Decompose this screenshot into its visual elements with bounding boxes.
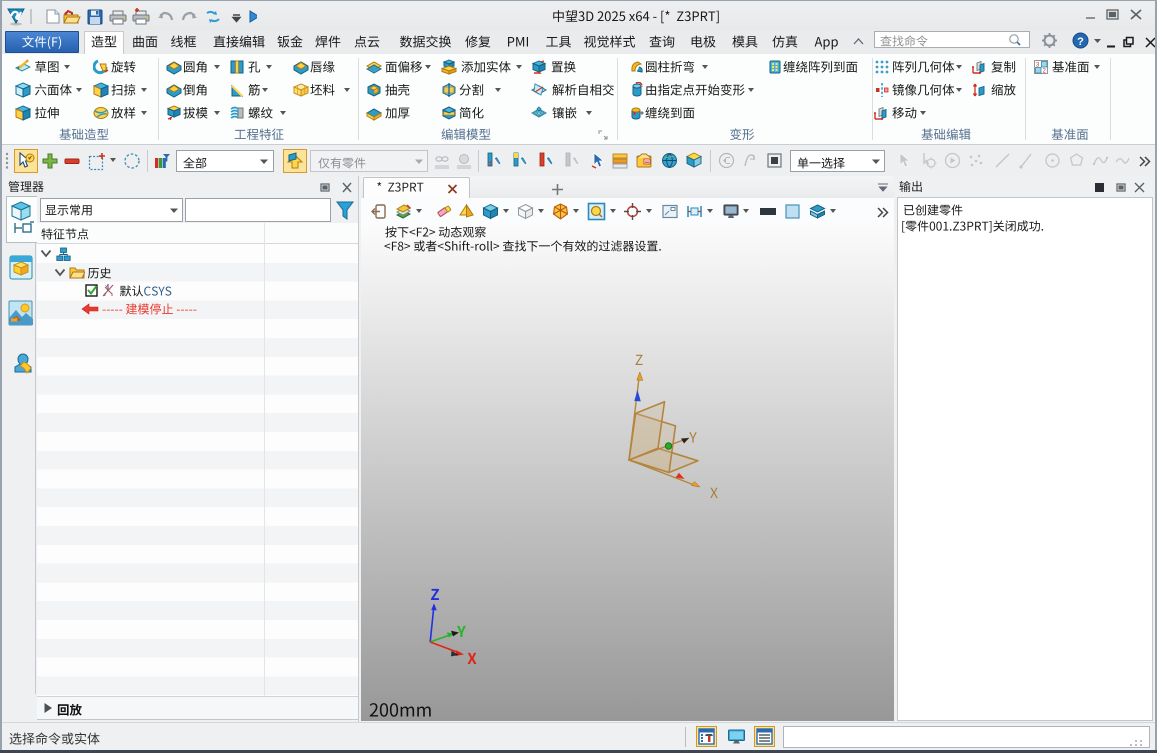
- svg-text:?: ?: [1077, 36, 1084, 48]
- svg-text:x: x: [111, 292, 114, 297]
- svg-text:Y: Y: [105, 284, 108, 289]
